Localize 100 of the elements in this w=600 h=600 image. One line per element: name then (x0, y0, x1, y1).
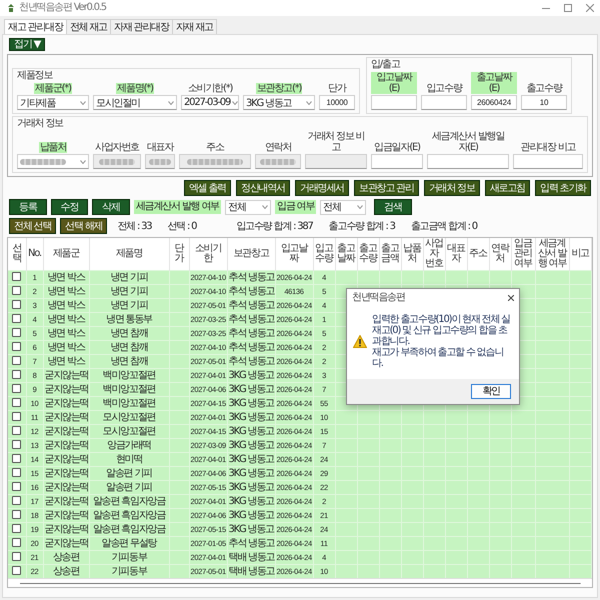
column-header[interactable]: 출고수량 (357, 238, 379, 270)
column-header[interactable]: 입금 관리여부 (511, 238, 535, 270)
table-cell: 냉면 참깨 (110, 342, 148, 352)
summary-text: 입고수량 합계 : 387 (236, 220, 313, 233)
input-field[interactable]: 10000 (319, 95, 355, 110)
dropdown[interactable] (17, 154, 89, 169)
table-cell: 냉면 박스 (47, 286, 85, 296)
column-header[interactable]: 선택 (8, 238, 26, 270)
checkbox[interactable] (12, 314, 22, 324)
checkbox[interactable] (12, 398, 22, 408)
checkbox[interactable] (12, 440, 22, 450)
dropdown[interactable]: 3KG 냉동고 (243, 95, 315, 110)
input-field[interactable] (513, 154, 583, 169)
column-header[interactable]: 소비기한 (189, 238, 227, 270)
filter-dropdown[interactable]: 전체 (225, 200, 271, 214)
selection-button[interactable]: 선택 해제 (60, 218, 108, 234)
table-cell: 냉면 기피 (110, 272, 148, 282)
checkbox[interactable] (12, 272, 22, 282)
maximize-icon[interactable] (564, 4, 572, 12)
tab[interactable]: 전체 재고 (66, 19, 111, 34)
field-label: 관리대장 비고 (520, 142, 576, 153)
dropdown[interactable]: 기타제품 (17, 95, 89, 110)
checkbox[interactable] (12, 524, 22, 534)
input-field[interactable] (427, 154, 509, 169)
column-header[interactable]: No. (26, 238, 43, 270)
input-field[interactable] (421, 95, 467, 110)
column-header[interactable]: 입고수량 (313, 238, 335, 270)
field-label: 제품군(*) (34, 83, 72, 94)
input-field[interactable] (145, 154, 175, 169)
column-header[interactable]: 연락처 (489, 238, 511, 270)
checkbox[interactable] (12, 538, 22, 548)
input-field[interactable]: 10 (521, 95, 567, 110)
action-button[interactable]: 삭제 (92, 199, 130, 215)
table-cell: 굳지않는떡 (44, 370, 89, 380)
checkbox[interactable] (12, 286, 22, 296)
field-label: 입금일자(E) (373, 142, 421, 153)
table-cell: 굳지않는떡 (44, 398, 89, 408)
toolbar-button[interactable]: 입력 초기화 (535, 180, 591, 196)
input-field[interactable] (371, 95, 417, 110)
toolbar-button[interactable]: 새로고침 (484, 180, 530, 196)
table-cell: 알송편 흑임자앙금 (92, 496, 166, 506)
input-field[interactable] (93, 154, 141, 169)
input-field[interactable] (305, 154, 367, 169)
checkbox[interactable] (12, 342, 22, 352)
tab[interactable]: 자재 관리대장 (110, 19, 173, 34)
column-header[interactable]: 대표자 (445, 238, 467, 270)
input-field[interactable] (255, 154, 301, 169)
column-header[interactable]: 단가 (169, 238, 189, 270)
checkbox[interactable] (12, 566, 22, 576)
action-button[interactable]: 수정 (50, 199, 88, 215)
checkbox[interactable] (12, 552, 22, 562)
toolbar-button[interactable]: 거래처 정보 (424, 180, 480, 196)
checkbox[interactable] (12, 412, 22, 422)
close-icon[interactable] (508, 294, 514, 300)
table-cell: 알송편 흑임자앙금 (92, 510, 166, 520)
filter-dropdown[interactable]: 전체 (320, 200, 366, 214)
checkbox[interactable] (12, 482, 22, 492)
action-button[interactable]: 등록 (9, 199, 47, 215)
checkbox[interactable] (12, 468, 22, 478)
toolbar-button[interactable]: 거래명세서 (295, 180, 350, 196)
checkbox[interactable] (12, 300, 22, 310)
column-header[interactable]: 입고날짜 (275, 238, 313, 270)
checkbox[interactable] (12, 426, 22, 436)
column-header[interactable]: 납품처 (401, 238, 423, 270)
table-cell: 냉면 기피 (110, 286, 148, 296)
column-header[interactable]: 비고 (569, 238, 592, 270)
column-header[interactable]: 주소 (467, 238, 489, 270)
tab[interactable]: 재고 관리대장 (4, 19, 67, 34)
selection-button[interactable]: 전체 선택 (9, 218, 56, 234)
column-header[interactable]: 제품명 (89, 238, 169, 270)
input-field[interactable] (371, 154, 423, 169)
checkbox[interactable] (12, 510, 22, 520)
toolbar-button[interactable]: 엑셀 출력 (184, 180, 232, 196)
ok-button[interactable]: 확인 (471, 384, 511, 399)
field-label: 연락처 (264, 142, 292, 153)
dropdown[interactable]: 모시인절미 (93, 95, 177, 110)
column-header[interactable]: 사업자 번호 (423, 238, 445, 270)
collapse-button[interactable]: 접기 ▼ (9, 38, 46, 51)
checkbox[interactable] (12, 370, 22, 380)
dropdown[interactable]: 2027-03-09 (181, 95, 239, 110)
checkbox[interactable] (12, 384, 22, 394)
column-header[interactable]: 출고금액 (379, 238, 401, 270)
checkbox[interactable] (12, 356, 22, 366)
table-cell: 백미앙꼬절편 (102, 370, 156, 380)
toolbar-button[interactable]: 정산내역서 (236, 180, 290, 196)
column-header[interactable]: 출고날짜 (335, 238, 357, 270)
column-header[interactable]: 제품군 (43, 238, 89, 270)
toolbar-button[interactable]: 보관창고 관리 (354, 180, 419, 196)
checkbox[interactable] (12, 328, 22, 338)
horizontal-scrollbar[interactable] (8, 578, 592, 587)
column-header[interactable]: 보관창고 (227, 238, 275, 270)
checkbox[interactable] (12, 496, 22, 506)
input-field[interactable]: 26060424 (471, 95, 517, 110)
column-header[interactable]: 세금계산서 발행 여부 (535, 238, 569, 270)
checkbox[interactable] (12, 454, 22, 464)
table-cell: 냉면 참깨 (110, 328, 148, 338)
field-label: 단가 (327, 83, 347, 94)
search-button[interactable]: 검색 (374, 199, 412, 215)
input-field[interactable] (179, 154, 251, 169)
tab[interactable]: 자재 재고 (172, 19, 217, 34)
